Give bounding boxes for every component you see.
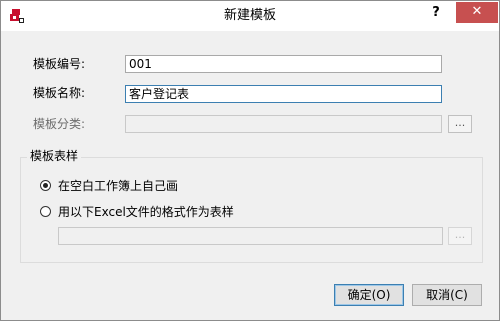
- excel-file-radio[interactable]: [40, 206, 51, 217]
- blank-workbook-label[interactable]: 在空白工作簿上自己画: [58, 177, 178, 194]
- template-category-label: 模板分类:: [33, 117, 86, 131]
- new-template-dialog: 新建模板 ? ✕ 模板编号: 001 模板名称: 客户登记表 模板分类: ...…: [0, 0, 500, 321]
- excel-path-input[interactable]: [58, 227, 443, 245]
- category-browse-button[interactable]: ...: [448, 115, 472, 133]
- ok-button[interactable]: 确定(O): [334, 284, 404, 306]
- template-style-group-title: 模板表样: [27, 147, 82, 164]
- radio-selected-dot: [43, 183, 48, 188]
- close-icon: ✕: [471, 4, 483, 19]
- template-category-input[interactable]: [125, 115, 442, 133]
- template-number-label: 模板编号:: [33, 57, 86, 71]
- title-bar: 新建模板 ? ✕: [1, 1, 499, 31]
- window-title: 新建模板: [223, 8, 276, 23]
- help-button[interactable]: ?: [427, 3, 445, 25]
- template-name-input[interactable]: 客户登记表: [125, 85, 442, 103]
- template-name-label: 模板名称:: [33, 86, 86, 100]
- excel-file-label[interactable]: 用以下Excel文件的格式作为表样: [58, 203, 234, 220]
- template-number-input[interactable]: 001: [125, 55, 442, 73]
- cancel-button[interactable]: 取消(C): [412, 284, 482, 306]
- excel-browse-button[interactable]: ...: [448, 227, 472, 245]
- close-button[interactable]: ✕: [456, 2, 498, 23]
- blank-workbook-radio[interactable]: [40, 180, 51, 191]
